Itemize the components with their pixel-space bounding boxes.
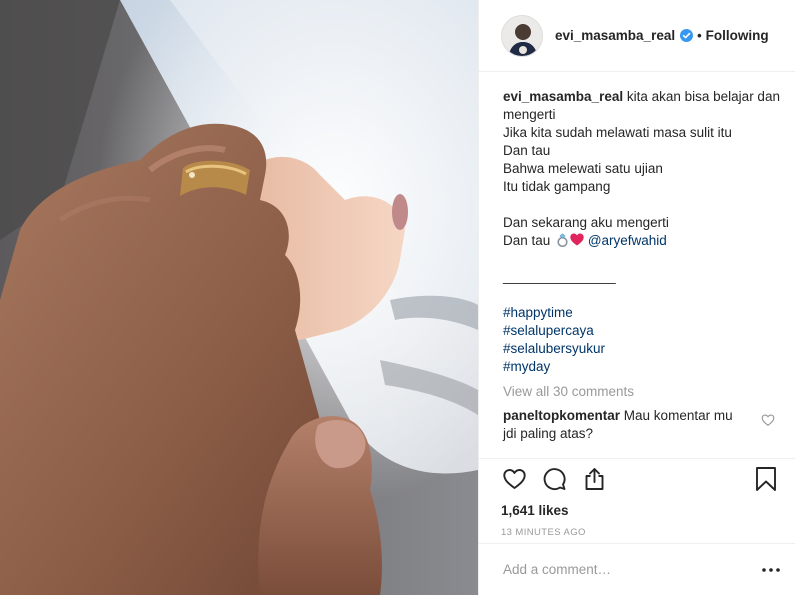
header-username[interactable]: evi_masamba_real [555, 28, 675, 43]
post-actions: 1,641 likes 13 MINUTES AGO [479, 458, 795, 538]
caption-line: Dan tau [503, 143, 551, 158]
ring-emoji-icon [556, 233, 569, 248]
avatar[interactable] [501, 14, 543, 57]
caption-last-line: Dan tau @aryefwahid [503, 232, 777, 250]
more-options-icon[interactable] [761, 560, 781, 580]
post-photo[interactable] [0, 0, 478, 595]
comment-icon[interactable] [541, 466, 567, 492]
caption-rule: _______________ [503, 269, 616, 284]
comments-area: evi_masamba_real kita akan bisa belajar … [479, 72, 795, 458]
caption-text-line: kita akan bisa belajar dan [626, 89, 780, 104]
caption-first-line: evi_masamba_real kita akan bisa belajar … [503, 88, 780, 106]
bookmark-icon[interactable] [753, 466, 779, 492]
mention-link[interactable]: @aryefwahid [588, 233, 667, 248]
post-caption: evi_masamba_real kita akan bisa belajar … [503, 88, 780, 376]
add-comment-bar [479, 543, 795, 595]
post-header: evi_masamba_real • Following [479, 0, 795, 72]
following-button[interactable]: Following [706, 28, 769, 43]
header-separator: • [697, 28, 702, 43]
hashtag-link[interactable]: #selalubersyukur [503, 340, 777, 358]
comment-item: paneltopkomentar Mau komentar mu jdi pal… [503, 407, 777, 443]
share-icon[interactable] [581, 466, 607, 492]
add-comment-input[interactable] [503, 562, 761, 577]
caption-line: Itu tidak gampang [503, 179, 611, 194]
action-icons-row [501, 461, 779, 497]
comment-username[interactable]: paneltopkomentar [503, 408, 620, 423]
caption-line: Jika kita sudah melawati masa sulit itu [503, 125, 732, 140]
hashtag-link[interactable]: #selalupercaya [503, 322, 777, 340]
caption-line: Bahwa melewati satu ujian [503, 161, 663, 176]
verified-badge-icon [680, 29, 694, 42]
heart-icon[interactable] [501, 466, 527, 492]
view-all-comments-link[interactable]: View all 30 comments [503, 384, 777, 399]
caption-username[interactable]: evi_masamba_real [503, 89, 623, 104]
caption-line: mengerti [503, 107, 556, 122]
hashtag-link[interactable]: #happytime [503, 304, 777, 322]
post-side-panel: evi_masamba_real • Following evi_masamba… [478, 0, 795, 595]
red-heart-emoji-icon [570, 233, 584, 246]
hands-with-ring-image [0, 0, 478, 595]
instagram-post: evi_masamba_real • Following evi_masamba… [0, 0, 795, 595]
caption-line: Dan sekarang aku mengerti [503, 215, 669, 230]
hashtag-link[interactable]: #myday [503, 358, 777, 376]
comment-heart-icon[interactable] [761, 413, 775, 427]
caption-text-prefix: Dan tau [503, 233, 551, 248]
post-timestamp[interactable]: 13 MINUTES AGO [501, 527, 779, 538]
likes-count[interactable]: 1,641 likes [501, 503, 779, 518]
avatar-image [502, 15, 542, 56]
